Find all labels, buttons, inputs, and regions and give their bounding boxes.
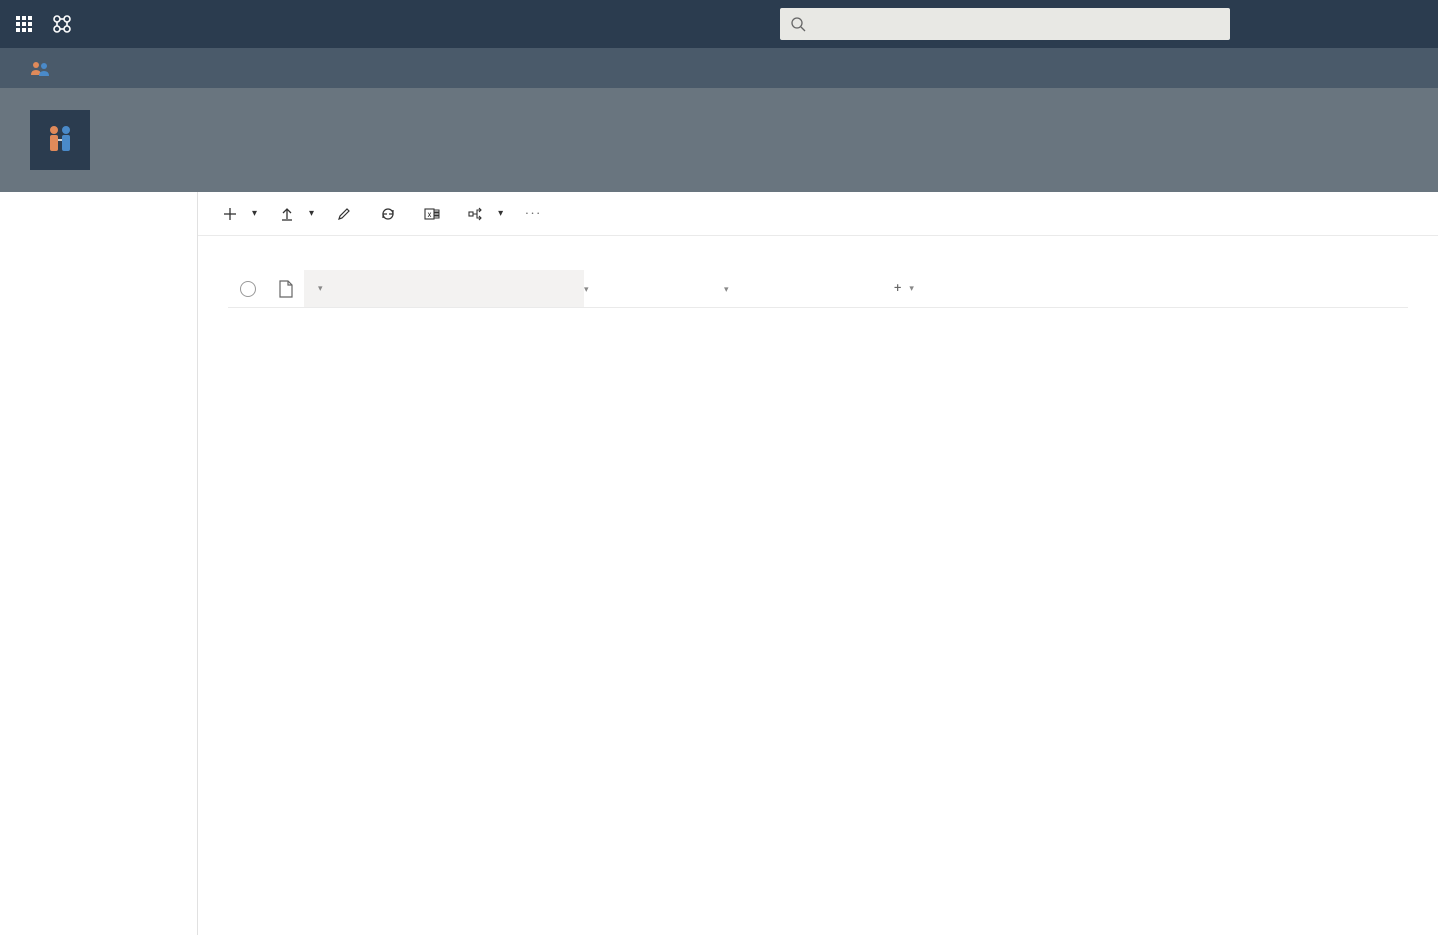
app-launcher[interactable] [8,8,40,40]
plus-icon: + [894,281,901,296]
select-all-toggle[interactable] [240,281,256,297]
people-icon [30,60,52,76]
chevron-down-icon: ▾ [584,285,589,295]
waffle-icon [16,16,32,32]
upload-icon [279,206,295,222]
ellipsis-icon: ··· [525,206,542,222]
sync-icon [380,206,396,222]
tenant-icon [52,14,72,34]
command-bar: ▾ ▾ x ▾ [198,192,1438,236]
search-box[interactable] [780,8,1230,40]
list-header: ▾ ▾ ▾ +▾ [228,270,1408,308]
export-excel-button[interactable]: x [424,206,446,222]
hub-nav [0,48,1438,88]
quick-edit-button[interactable] [336,206,358,222]
site-logo-icon [40,120,80,160]
search-icon [790,16,806,32]
plus-icon [222,206,238,222]
chevron-down-icon: ▾ [252,208,257,219]
chevron-down-icon: ▾ [318,284,323,294]
column-modified[interactable]: ▾ [584,281,724,296]
flow-button[interactable]: ▾ [468,206,503,222]
site-logo[interactable] [30,110,90,170]
left-nav-edit[interactable] [0,206,197,222]
column-name[interactable]: ▾ [304,270,584,307]
chevron-down-icon: ▾ [909,284,914,294]
more-button[interactable]: ··· [525,206,542,222]
column-modified-by[interactable]: ▾ [724,281,894,296]
flow-icon [468,206,484,222]
column-type[interactable] [268,280,304,298]
excel-icon: x [424,206,440,222]
chevron-down-icon: ▾ [724,285,729,295]
add-column-button[interactable]: +▾ [894,281,1014,296]
chevron-down-icon: ▾ [309,208,314,219]
upload-button[interactable]: ▾ [279,206,314,222]
chevron-down-icon: ▾ [498,208,503,219]
new-button[interactable]: ▾ [222,206,257,222]
search-input[interactable] [814,16,1220,32]
tenant-logo-title[interactable] [52,14,80,34]
page-title [198,236,1438,260]
left-nav [0,192,198,935]
svg-text:x: x [428,210,432,219]
sync-button[interactable] [380,206,402,222]
file-icon [279,280,293,298]
pencil-icon [336,206,352,222]
